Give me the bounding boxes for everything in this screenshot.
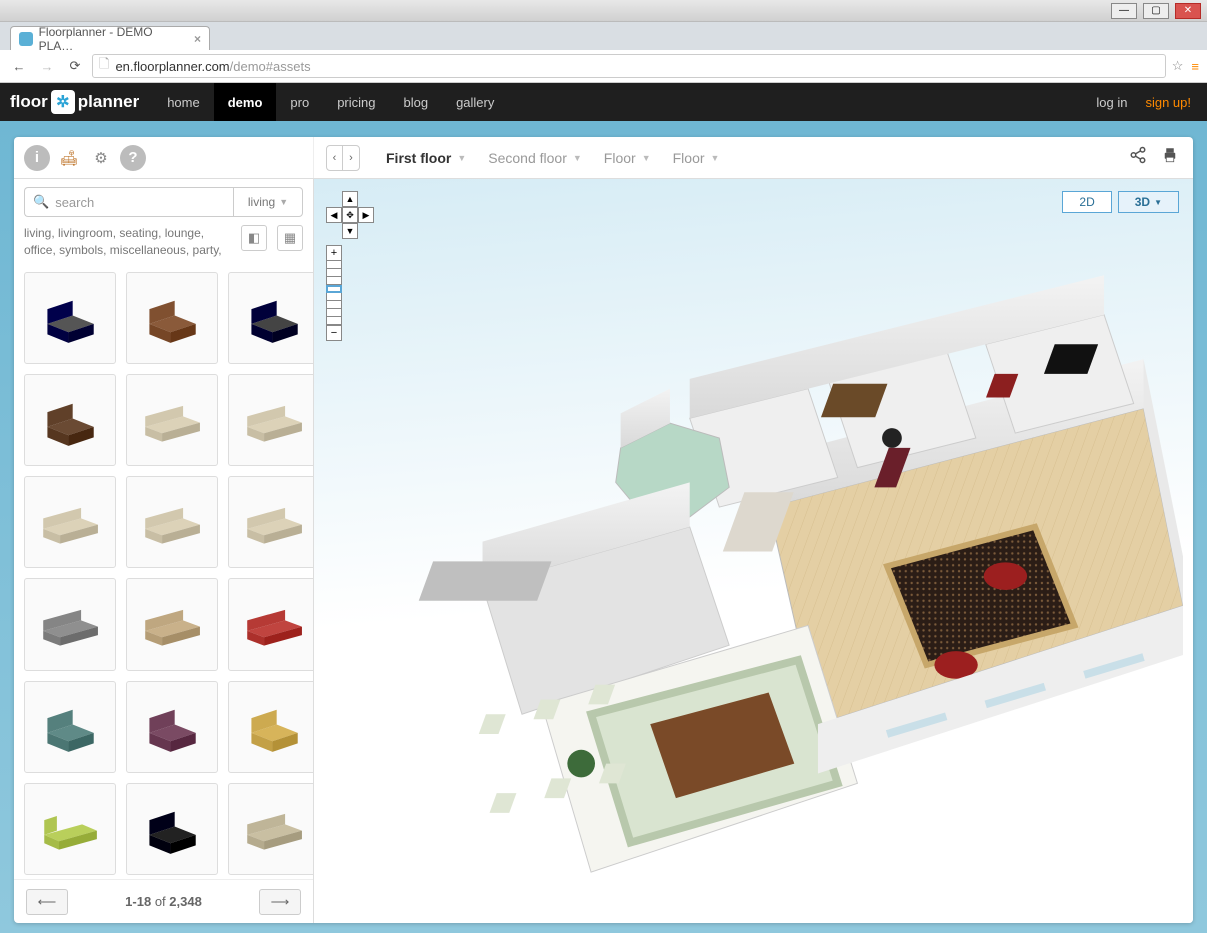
asset-ottoman-stool[interactable] bbox=[24, 374, 116, 466]
asset-sofa-grey[interactable] bbox=[24, 578, 116, 670]
info-tool-icon[interactable]: i bbox=[24, 145, 50, 171]
asset-l-sectional-right[interactable] bbox=[228, 476, 313, 568]
asset-sofa-taupe[interactable] bbox=[228, 783, 313, 875]
asset-sidebar: 🔍 search living ▼ living, livingroom, se… bbox=[14, 179, 314, 923]
view-mode-toggle: 2D 3D▼ bbox=[1062, 191, 1179, 213]
asset-club-chair-yellow[interactable] bbox=[228, 681, 313, 773]
asset-sofa-beige[interactable] bbox=[126, 374, 218, 466]
nav-pricing[interactable]: pricing bbox=[323, 83, 389, 121]
settings-tool-icon[interactable]: ⚙ bbox=[88, 145, 114, 171]
floorplan-render bbox=[374, 269, 1183, 903]
app-header: floor planner homedemopropricingbloggall… bbox=[0, 83, 1207, 121]
asset-loveseat-tan[interactable] bbox=[126, 578, 218, 670]
pager-prev-button[interactable]: ⟵ bbox=[26, 889, 68, 915]
asset-lounge-chair[interactable] bbox=[228, 272, 313, 364]
logo[interactable]: floor planner bbox=[0, 83, 153, 121]
tab-title: Floorplanner - DEMO PLA… bbox=[39, 25, 186, 53]
browser-tabstrip: Floorplanner - DEMO PLA… × bbox=[0, 22, 1207, 50]
nav-pro[interactable]: pro bbox=[276, 83, 323, 121]
nav-home[interactable]: home bbox=[153, 83, 214, 121]
asset-chaise-lime[interactable] bbox=[24, 783, 116, 875]
tab-close-icon[interactable]: × bbox=[194, 32, 201, 46]
pan-right-button[interactable]: ▶ bbox=[358, 207, 374, 223]
signup-link[interactable]: sign up! bbox=[1145, 95, 1191, 110]
app-toolbar: i 🛋 ⚙ ? ‹› First floor▼ Second floor▼ Floo… bbox=[14, 137, 1193, 179]
category-label: living bbox=[248, 195, 275, 209]
asset-long-sofa[interactable] bbox=[24, 476, 116, 568]
zoom-out-button[interactable]: − bbox=[326, 325, 342, 341]
pager-total: 2,348 bbox=[169, 894, 202, 909]
os-titlebar: — ▢ ✕ bbox=[0, 0, 1207, 22]
favicon-icon bbox=[19, 32, 33, 46]
pager: ⟵ 1-18 of 2,348 ⟶ bbox=[14, 879, 313, 923]
search-placeholder: search bbox=[55, 195, 94, 210]
search-input[interactable]: 🔍 search bbox=[24, 187, 233, 217]
print-icon[interactable] bbox=[1161, 146, 1179, 169]
floor-tab[interactable]: Second floor▼ bbox=[488, 150, 582, 166]
pan-center-button[interactable]: ✥ bbox=[342, 207, 358, 223]
pager-range: 1-18 bbox=[125, 894, 151, 909]
asset-grid bbox=[14, 268, 313, 879]
asset-barcelona-chair[interactable] bbox=[24, 272, 116, 364]
floor-tab[interactable]: Floor▼ bbox=[673, 150, 720, 166]
reload-button[interactable]: ⟳ bbox=[64, 55, 86, 77]
address-bar[interactable]: 🗋 en.floorplanner.com/demo#assets bbox=[92, 54, 1166, 78]
pager-next-button[interactable]: ⟶ bbox=[259, 889, 301, 915]
window-maximize-button[interactable]: ▢ bbox=[1143, 3, 1169, 19]
view-2d-thumbnails-button[interactable]: ▦ bbox=[277, 225, 303, 251]
back-button[interactable]: ← bbox=[8, 55, 30, 77]
asset-l-sectional-left[interactable] bbox=[126, 476, 218, 568]
view-3d-thumbnails-button[interactable]: ◧ bbox=[241, 225, 267, 251]
zoom-in-button[interactable]: + bbox=[326, 245, 342, 261]
asset-armchair-plum[interactable] bbox=[126, 681, 218, 773]
floor-prev-next[interactable]: ‹› bbox=[326, 145, 360, 171]
pan-up-button[interactable]: ▲ bbox=[342, 191, 358, 207]
view-2d-button[interactable]: 2D bbox=[1062, 191, 1111, 213]
chevron-down-icon: ▼ bbox=[279, 197, 288, 207]
menu-icon[interactable]: ≡ bbox=[1191, 59, 1199, 74]
floor-tab[interactable]: First floor▼ bbox=[386, 150, 466, 166]
bookmark-star-icon[interactable]: ☆ bbox=[1172, 58, 1184, 74]
asset-chair-black[interactable] bbox=[126, 783, 218, 875]
share-icon[interactable] bbox=[1129, 146, 1147, 169]
logo-icon bbox=[51, 90, 75, 114]
main-nav: homedemopropricingbloggallery bbox=[153, 83, 508, 121]
floor-selector: ‹› First floor▼ Second floor▼ Floor▼ Floor▼ bbox=[314, 145, 1129, 171]
floor-tab[interactable]: Floor▼ bbox=[604, 150, 651, 166]
logo-text-right: planner bbox=[78, 92, 139, 112]
view-3d-button[interactable]: 3D▼ bbox=[1118, 191, 1179, 213]
pan-left-button[interactable]: ◀ bbox=[326, 207, 342, 223]
login-link[interactable]: log in bbox=[1096, 95, 1127, 110]
browser-toolbar: ← → ⟳ 🗋 en.floorplanner.com/demo#assets … bbox=[0, 50, 1207, 83]
pan-zoom-control[interactable]: ▲ ◀✥▶ ▼ + − bbox=[326, 191, 374, 341]
category-dropdown[interactable]: living ▼ bbox=[233, 187, 303, 217]
help-tool-icon[interactable]: ? bbox=[120, 145, 146, 171]
url-path: /demo#assets bbox=[230, 59, 311, 74]
window-close-button[interactable]: ✕ bbox=[1175, 3, 1201, 19]
asset-eames-lounge[interactable] bbox=[126, 272, 218, 364]
nav-blog[interactable]: blog bbox=[389, 83, 442, 121]
logo-text-left: floor bbox=[10, 92, 48, 112]
furniture-tool-icon[interactable]: 🛋 bbox=[56, 145, 82, 171]
pager-of: of bbox=[151, 894, 169, 909]
nav-gallery[interactable]: gallery bbox=[442, 83, 508, 121]
asset-sofa-red[interactable] bbox=[228, 578, 313, 670]
tag-list[interactable]: living, livingroom, seating, lounge, off… bbox=[24, 225, 231, 260]
browser-tab[interactable]: Floorplanner - DEMO PLA… × bbox=[10, 26, 210, 50]
nav-demo[interactable]: demo bbox=[214, 83, 277, 121]
forward-button[interactable]: → bbox=[36, 55, 58, 77]
window-minimize-button[interactable]: — bbox=[1111, 3, 1137, 19]
chevron-down-icon: ▼ bbox=[1154, 198, 1162, 207]
viewport-3d[interactable]: ▲ ◀✥▶ ▼ + − 2D 3D▼ bbox=[314, 179, 1193, 923]
pan-down-button[interactable]: ▼ bbox=[342, 223, 358, 239]
search-icon: 🔍 bbox=[33, 194, 49, 210]
asset-sectional-beige[interactable] bbox=[228, 374, 313, 466]
url-host: en.floorplanner.com bbox=[115, 59, 229, 74]
asset-armchair-teal[interactable] bbox=[24, 681, 116, 773]
file-icon: 🗋 bbox=[99, 55, 109, 77]
